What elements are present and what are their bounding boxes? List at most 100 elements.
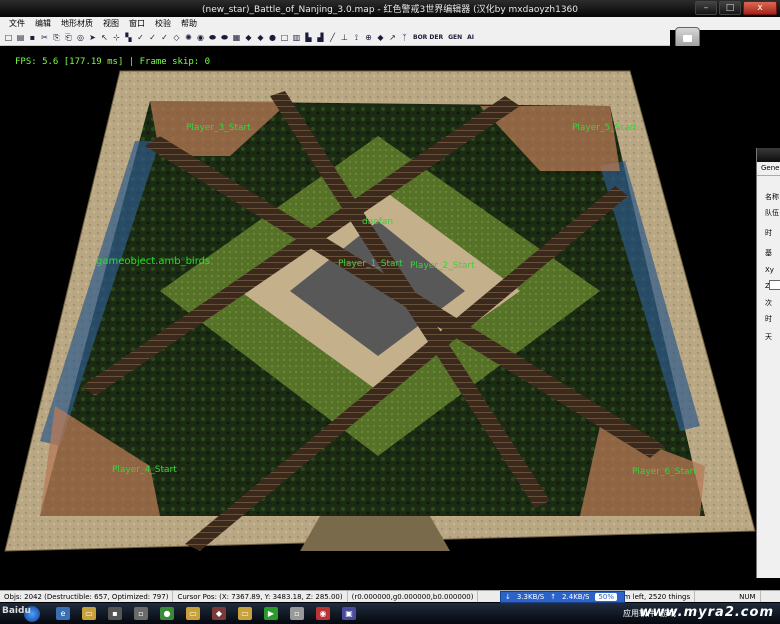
toolbar-button-30[interactable]: ⊕ (363, 32, 374, 44)
folder-icon-3[interactable]: ▭ (238, 607, 252, 620)
menu-file[interactable]: 文件 (4, 18, 30, 29)
close-button[interactable]: x (743, 1, 777, 15)
editor-window: (new_star)_Battle_of_Nanjing_3.0.map - 红… (0, 0, 780, 624)
toolbar-button-12[interactable]: ✓ (147, 32, 158, 44)
menu-window[interactable]: 窗口 (124, 18, 150, 29)
player-4-start-label[interactable]: Player_4_Start (112, 465, 177, 475)
map-viewport[interactable]: FPS: 5.6 [177.19 ms] | Frame skip: 0 Pla… (0, 46, 756, 590)
network-percent: 50% (595, 593, 617, 601)
toolbar-button-20[interactable]: ◆ (243, 32, 254, 44)
dialog-checkbox-label[interactable]: 次 (765, 298, 772, 308)
toolbar-button-33[interactable]: ᛉ (399, 32, 410, 44)
ie-icon[interactable]: e (56, 607, 70, 620)
toolbar-button-6[interactable]: ◎ (75, 32, 86, 44)
network-speed-widget[interactable]: ↓ 3.3KB/S ↑ 2.4KB/S 50% (500, 591, 625, 603)
toolbar-text-button-0[interactable]: BOR DER (411, 32, 445, 44)
object-properties-dialog: Genera 名称 队伍 时 基 Xy Z 次 时 天 (756, 148, 780, 578)
toolbar-button-16[interactable]: ◉ (195, 32, 206, 44)
tab-general[interactable]: Genera (757, 162, 780, 176)
toolbar-button-21[interactable]: ◆ (255, 32, 266, 44)
window-title: (new_star)_Battle_of_Nanjing_3.0.map - 红… (201, 5, 578, 15)
dialog-z-field[interactable] (769, 280, 780, 290)
fps-counter: FPS: 5.6 [177.19 ms] | Frame skip: 0 (15, 57, 211, 67)
toolbar-button-18[interactable]: ⬬ (219, 32, 230, 44)
toolbar: □ ▤ ▪ ✂ ⎘ ⎗ ◎ ➤ ↖ ⊹ ▚ ✓ ✓ ✓ ◇ ✺ ◉ ⬬ ⬬ ▦ ◆ ◆ ● □ ▥ ▙ ▟ ╱ ⊥ ⟟ ⊕ ◆ ↗ ᛉ BOR DE… (0, 30, 670, 46)
status-bar: Objs: 2042 (Destructible: 657, Optimized… (0, 590, 780, 602)
dialog-title-bar[interactable] (757, 148, 780, 162)
player-2-start-label[interactable]: Player_2_Start (410, 261, 475, 271)
dialog-label-base: 基 (765, 249, 772, 257)
upload-speed: 2.4KB/S (562, 593, 590, 601)
toolbar-button-29[interactable]: ⟟ (351, 32, 362, 44)
menu-edit[interactable]: 编辑 (30, 18, 56, 29)
toolbar-button-15[interactable]: ✺ (183, 32, 194, 44)
media-icon[interactable]: ▶ (264, 607, 278, 620)
toolbar-button-5[interactable]: ⎗ (63, 32, 74, 44)
toolbar-button-4[interactable]: ⎘ (51, 32, 62, 44)
toolbar-button-31[interactable]: ◆ (375, 32, 386, 44)
minimize-button[interactable]: – (695, 1, 717, 15)
player-3-start-label[interactable]: Player_3_Start (186, 123, 251, 133)
toolbar-button-23[interactable]: □ (279, 32, 290, 44)
amb-birds-object-label[interactable]: gameobject.amb_birds (96, 256, 210, 267)
upload-arrow-icon: ↑ (550, 593, 557, 601)
toolbar-text-button-1[interactable]: GEN (446, 32, 464, 44)
menu-validate[interactable]: 校验 (150, 18, 176, 29)
toolbar-button-11[interactable]: ✓ (135, 32, 146, 44)
watermark-left: Baidu (2, 606, 31, 616)
folder-icon[interactable]: ▭ (82, 607, 96, 620)
toolbar-button-22[interactable]: ● (267, 32, 278, 44)
tool-icon[interactable]: ▣ (342, 607, 356, 620)
dialog-label-xy: Xy (765, 266, 774, 274)
toolbar-button-2[interactable]: ▪ (27, 32, 38, 44)
status-cursor-pos: Cursor Pos: (X: 7367.89, Y: 3483.18, Z: … (173, 591, 348, 602)
toolbar-button-8[interactable]: ↖ (99, 32, 110, 44)
maximize-button[interactable]: □ (719, 1, 741, 15)
dialog-label-name: 名称 (765, 193, 779, 201)
toolbar-button-28[interactable]: ⊥ (339, 32, 350, 44)
toolbar-button-14[interactable]: ◇ (171, 32, 182, 44)
daofan-object-label[interactable]: daofan (362, 217, 393, 227)
status-color: (r0.000000,g0.000000,b0.000000) (348, 591, 479, 602)
toolbar-button-13[interactable]: ✓ (159, 32, 170, 44)
chat-icon[interactable]: ● (160, 607, 174, 620)
toolbar-button-1[interactable]: ▤ (15, 32, 26, 44)
download-arrow-icon: ↓ (505, 593, 511, 601)
toolbar-button-7[interactable]: ➤ (87, 32, 98, 44)
toolbar-button-25[interactable]: ▙ (303, 32, 314, 44)
toolbar-button-9[interactable]: ⊹ (111, 32, 122, 44)
game-icon[interactable]: ◆ (212, 607, 226, 620)
folder-icon-2[interactable]: ▭ (186, 607, 200, 620)
player-6-start-label[interactable]: Player_6_Start (632, 467, 697, 477)
toolbar-button-24[interactable]: ▥ (291, 32, 302, 44)
toolbar-text-button-2[interactable]: AI (465, 32, 476, 44)
toolbar-button-3[interactable]: ✂ (39, 32, 50, 44)
editor-icon[interactable]: ◉ (316, 607, 330, 620)
toolbar-button-17[interactable]: ⬬ (207, 32, 218, 44)
dialog-label-time-2: 时 (765, 315, 772, 323)
player-5-start-label[interactable]: Player_5_Start (572, 123, 637, 133)
toolbar-button-10[interactable]: ▚ (123, 32, 134, 44)
watermark-site: www.myra2.com (639, 605, 774, 620)
menu-help[interactable]: 帮助 (176, 18, 202, 29)
toolbar-button-32[interactable]: ↗ (387, 32, 398, 44)
menu-view[interactable]: 视图 (98, 18, 124, 29)
dialog-label-time: 时 (765, 229, 772, 237)
window-icon-2[interactable]: ▫ (290, 607, 304, 620)
status-objects: Objs: 2042 (Destructible: 657, Optimized… (0, 591, 174, 602)
toolbar-button-26[interactable]: ▟ (315, 32, 326, 44)
toolbar-button-0[interactable]: □ (3, 32, 14, 44)
menu-terrain[interactable]: 地形材质 (56, 18, 98, 29)
status-num-lock: NUM (735, 591, 761, 602)
toolbar-button-19[interactable]: ▦ (231, 32, 242, 44)
player-1-start-label[interactable]: Player_1_Start (338, 259, 403, 269)
window-controls: – □ x (695, 1, 777, 15)
map-render (4, 70, 756, 552)
dialog-label-sky: 天 (765, 333, 772, 341)
title-bar: (new_star)_Battle_of_Nanjing_3.0.map - 红… (0, 0, 780, 17)
toolbar-button-27[interactable]: ╱ (327, 32, 338, 44)
menu-bar: 文件 编辑 地形材质 视图 窗口 校验 帮助 (0, 17, 780, 30)
app-icon[interactable]: ▪ (108, 607, 122, 620)
download-speed: 3.3KB/S (516, 593, 545, 601)
window-icon[interactable]: ▫ (134, 607, 148, 620)
